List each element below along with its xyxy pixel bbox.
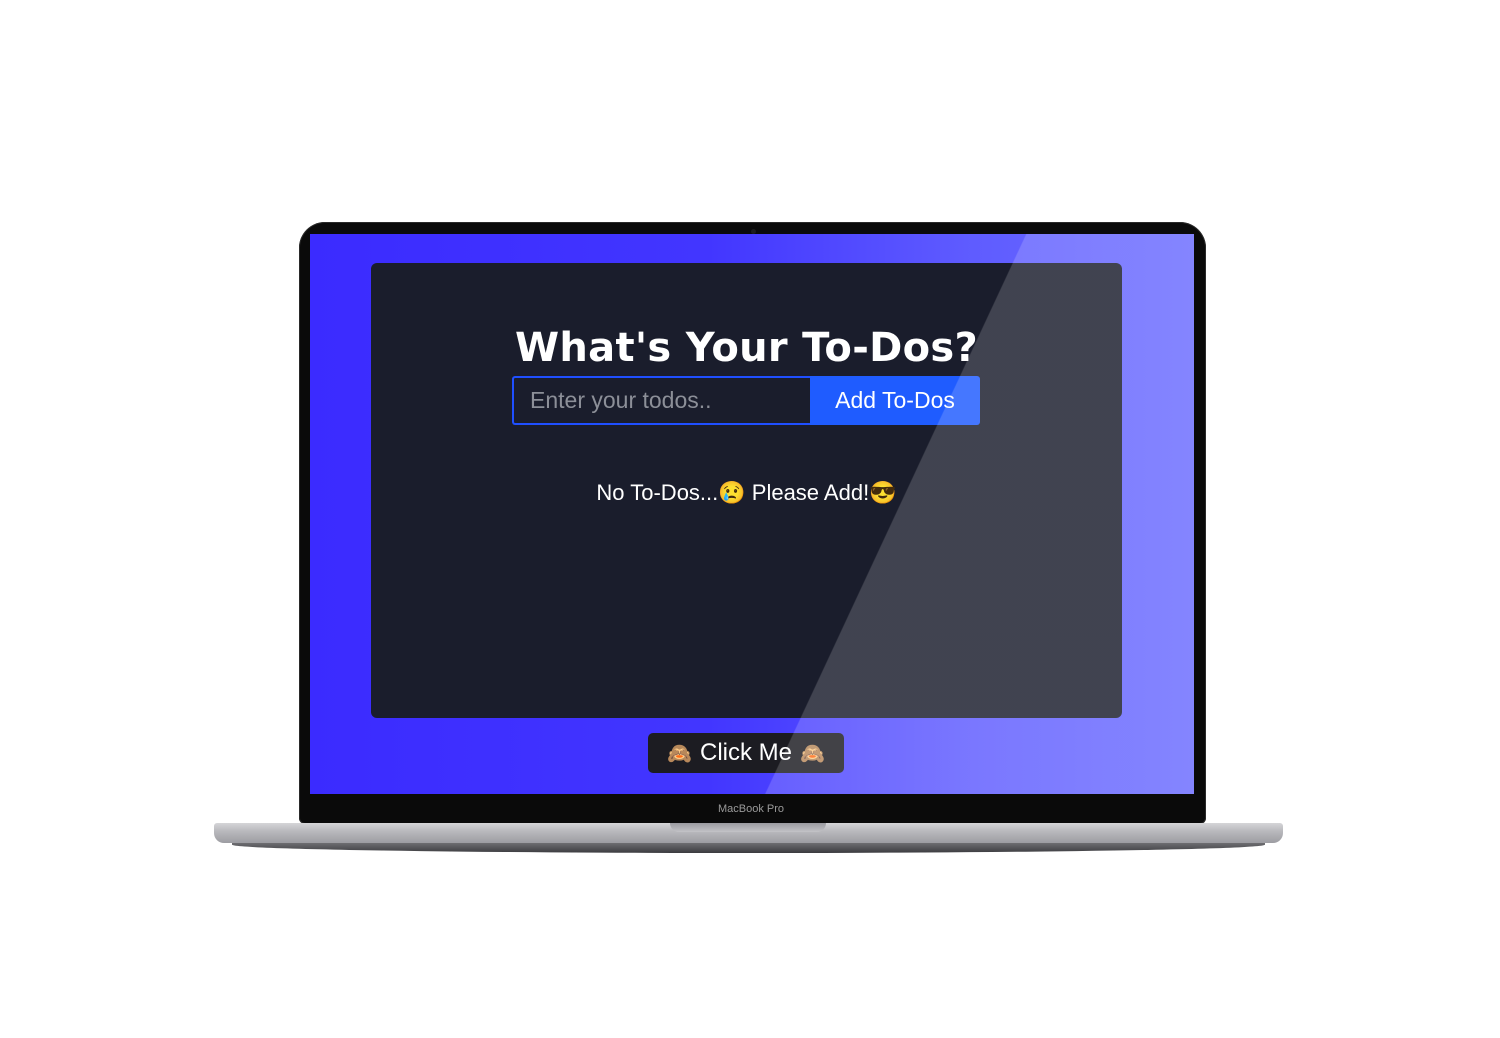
device-label: MacBook Pro — [717, 803, 785, 815]
see-no-evil-monkey-icon: 🙈 — [800, 742, 825, 765]
empty-state-message: No To-Dos...😢 Please Add!😎 — [596, 480, 897, 505]
click-me-button[interactable]: 🙈 Click Me 🙈 — [648, 733, 844, 773]
todo-input[interactable] — [512, 376, 810, 425]
see-no-evil-monkey-icon: 🙈 — [667, 742, 692, 765]
page: What's Your To-Dos? Add To-Dos No To-Dos… — [0, 0, 1500, 1038]
add-todo-button[interactable]: Add To-Dos — [810, 376, 980, 425]
todo-form: Add To-Dos — [512, 376, 980, 425]
page-title: What's Your To-Dos? — [514, 325, 979, 371]
click-me-label: Click Me — [699, 739, 792, 766]
todo-card: What's Your To-Dos? Add To-Dos No To-Dos… — [371, 263, 1122, 718]
laptop-hinge-notch — [670, 823, 826, 832]
laptop-screen: What's Your To-Dos? Add To-Dos No To-Dos… — [310, 234, 1194, 794]
laptop-base-bottom — [232, 843, 1265, 853]
